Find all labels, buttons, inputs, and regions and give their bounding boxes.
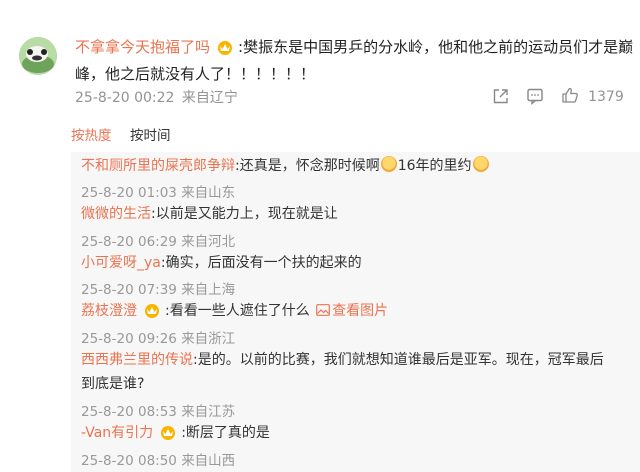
- reply-username[interactable]: 西西弗兰里的传说: [81, 352, 193, 368]
- reply-username[interactable]: 小可爱呀_ya: [81, 255, 161, 271]
- main-comment-meta: 25-8-20 00:22 来自辽宁: [75, 87, 238, 107]
- reply-text: :断层了真的是: [181, 425, 270, 441]
- tab-sort-time[interactable]: 按时间: [130, 124, 171, 144]
- reply-timestamp: 25-8-20 06:29: [81, 234, 177, 250]
- reply-text-line2: 到底是谁?: [81, 376, 145, 392]
- tab-sort-hot[interactable]: 按热度: [71, 124, 112, 144]
- reply-meta: 25-8-20 06:29 来自河北: [81, 230, 235, 250]
- reply-username[interactable]: 荔枝澄澄: [81, 303, 137, 319]
- main-comment-text-line1: :樊振东是中国男乒的分水岭，他和他之前的运动员们才是巅: [238, 38, 634, 56]
- main-comment-username[interactable]: 不拿拿今天抱福了吗: [75, 38, 210, 56]
- vip-crown-icon: [145, 304, 159, 318]
- main-comment-line1: 不拿拿今天抱福了吗 :樊振东是中国男乒的分水岭，他和他之前的运动员们才是巅: [75, 34, 633, 61]
- reply-text: :确实，后面没有一个扶的起来的: [160, 255, 362, 271]
- reply-meta: 25-8-20 08:53 来自江苏: [81, 400, 235, 420]
- reply-meta: 25-8-20 09:26 来自浙江: [81, 327, 235, 347]
- reply-text: :还真是，怀念那时候啊: [235, 158, 380, 174]
- reply-5: 西西弗兰里的传说:是的。以前的比赛，我们就想知道谁最后是亚军。现在，冠军最后: [81, 348, 604, 372]
- vip-crown-icon: [218, 41, 233, 55]
- reply-6: -Van有引力 :断层了真的是: [81, 421, 270, 445]
- image-icon: [316, 304, 331, 316]
- avatar-image: [19, 37, 57, 75]
- reply-meta: 25-8-20 07:39 来自上海: [81, 278, 235, 298]
- avatar[interactable]: [19, 37, 57, 75]
- reply-location: 来自山东: [181, 185, 236, 201]
- like-count: 1379: [588, 89, 624, 105]
- share-icon: [493, 89, 508, 104]
- like-icon: [562, 87, 578, 103]
- crying-emoji-icon: [472, 156, 489, 172]
- reply-location: 来自浙江: [181, 331, 236, 347]
- reply-text: :看看一些人遮住了什么: [165, 303, 310, 319]
- reply-location: 来自上海: [181, 282, 236, 298]
- reply-username[interactable]: -Van有引力: [81, 425, 153, 441]
- main-comment-text-line2: 峰，他之后就没有人了！！！！！！: [75, 65, 316, 83]
- comment-icon: [527, 88, 543, 106]
- reply-timestamp: 25-8-20 07:39: [81, 282, 177, 298]
- view-image-link[interactable]: 查看图片: [314, 303, 388, 319]
- share-button[interactable]: [492, 87, 510, 109]
- reply-location: 来自山西: [181, 453, 236, 469]
- reply-text-tail: 16年的里约: [397, 158, 472, 174]
- main-comment-timestamp: 25-8-20 00:22: [75, 90, 175, 106]
- reply-2: 微微的生活:以前是又能力上，现在就是让: [81, 202, 338, 226]
- reply-timestamp: 25-8-20 01:03: [81, 185, 177, 201]
- vip-crown-icon: [161, 426, 176, 440]
- crying-emoji-icon: [380, 156, 397, 172]
- comment-button[interactable]: [526, 87, 544, 109]
- reply-1: 不和厕所里的屎壳郎争辩:还真是，怀念那时候啊 16年的里约: [81, 154, 490, 178]
- reply-timestamp: 25-8-20 08:50: [81, 453, 177, 469]
- reply-meta: 25-8-20 08:50 来自山西: [81, 449, 235, 469]
- reply-location: 来自河北: [181, 234, 236, 250]
- view-image-label[interactable]: 查看图片: [332, 303, 388, 319]
- like-button[interactable]: 1379: [561, 86, 624, 105]
- reply-username[interactable]: 不和厕所里的屎壳郎争辩: [81, 158, 235, 174]
- reply-text: :以前是又能力上，现在就是让: [151, 206, 338, 222]
- reply-4: 荔枝澄澄 :看看一些人遮住了什么 查看图片: [81, 299, 388, 323]
- reply-timestamp: 25-8-20 09:26: [81, 331, 177, 347]
- reply-username[interactable]: 微微的生活: [81, 206, 151, 222]
- reply-text: :是的。以前的比赛，我们就想知道谁最后是亚军。现在，冠军最后: [193, 352, 604, 368]
- reply-meta: 25-8-20 01:03 来自山东: [81, 181, 235, 201]
- reply-3: 小可爱呀_ya:确实，后面没有一个扶的起来的: [81, 251, 362, 275]
- reply-timestamp: 25-8-20 08:53: [81, 404, 177, 420]
- main-comment-location: 来自辽宁: [181, 90, 238, 106]
- reply-location: 来自江苏: [181, 404, 236, 420]
